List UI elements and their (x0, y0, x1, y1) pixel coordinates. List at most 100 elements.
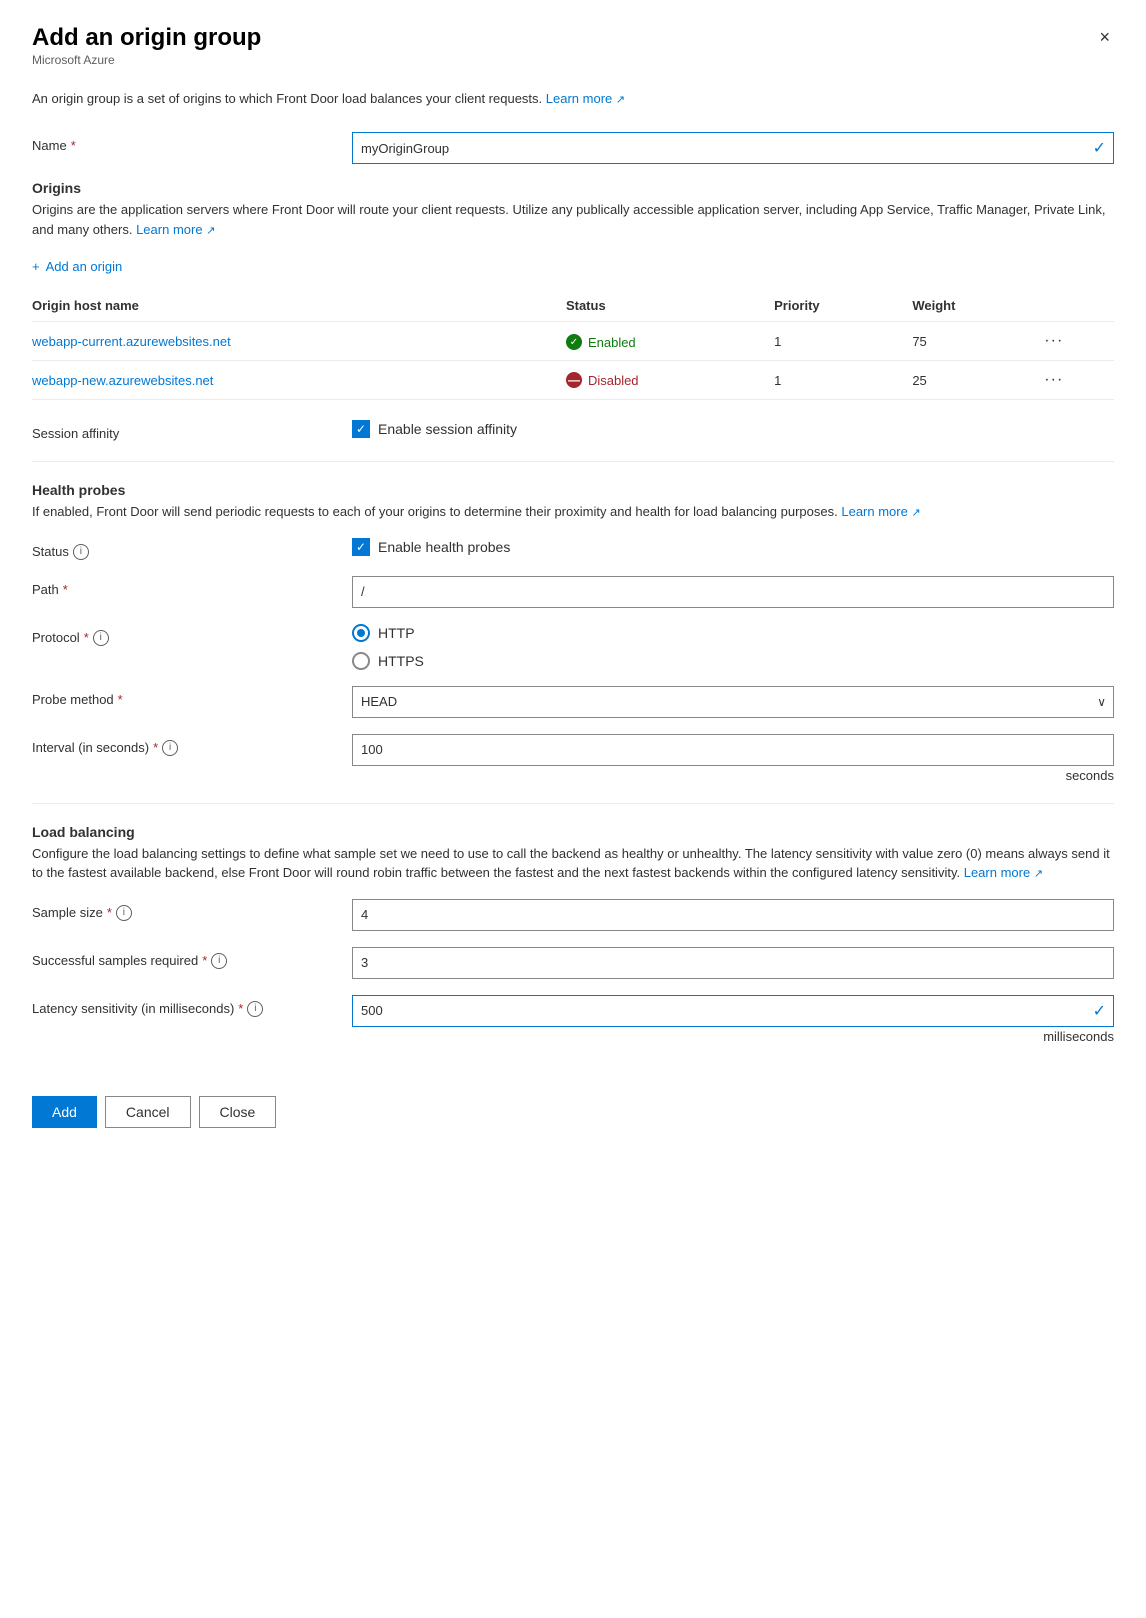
status-enabled-1: ✓ Enabled (566, 334, 636, 350)
latency-input-container: ✓ (352, 995, 1114, 1027)
name-required-star: * (71, 138, 76, 153)
panel-subtitle: Microsoft Azure (32, 53, 261, 67)
weight-cell-1: 75 (912, 322, 1044, 361)
learn-more-link-2[interactable]: Learn more ↗ (136, 222, 215, 237)
probe-method-dropdown: HEAD GET ∨ (352, 686, 1114, 718)
col-status: Status (566, 290, 774, 322)
enabled-icon-1: ✓ (566, 334, 582, 350)
protocol-required-star: * (84, 630, 89, 645)
health-probes-checkbox-label: Enable health probes (378, 539, 510, 555)
panel-title: Add an origin group (32, 24, 261, 53)
protocol-control: HTTP HTTPS (352, 624, 1114, 670)
successful-samples-input-wrapper (352, 947, 1114, 979)
probe-method-select-wrapper: HEAD GET ∨ (352, 686, 1114, 718)
session-affinity-section: Session affinity ✓ Enable session affini… (32, 420, 1114, 441)
latency-label: Latency sensitivity (in milliseconds) * … (32, 995, 352, 1017)
probe-method-required-star: * (118, 692, 123, 707)
panel-description: An origin group is a set of origins to w… (32, 89, 1114, 109)
status-disabled-2: — Disabled (566, 372, 639, 388)
latency-row: Latency sensitivity (in milliseconds) * … (32, 995, 1114, 1044)
weight-cell-2: 25 (912, 361, 1044, 400)
interval-required-star: * (153, 740, 158, 755)
host-cell-2: webapp-new.azurewebsites.net (32, 361, 566, 400)
name-input-container: ✓ (352, 132, 1114, 164)
origins-table: Origin host name Status Priority Weight … (32, 290, 1114, 400)
close-button[interactable]: × (1095, 24, 1114, 50)
add-origin-button[interactable]: + Add an origin (32, 255, 122, 278)
latency-check-icon: ✓ (1093, 1001, 1106, 1021)
load-balancing-title: Load balancing (32, 824, 1114, 840)
col-host: Origin host name (32, 290, 566, 322)
host-cell-1: webapp-current.azurewebsites.net (32, 322, 566, 361)
protocol-https-radio[interactable] (352, 652, 370, 670)
name-input[interactable] (352, 132, 1114, 164)
latency-input[interactable] (352, 995, 1114, 1027)
learn-more-link-4[interactable]: Learn more ↗ (964, 865, 1043, 880)
close-footer-button[interactable]: Close (199, 1096, 277, 1128)
host-link-1[interactable]: webapp-current.azurewebsites.net (32, 334, 231, 349)
health-probes-check-icon: ✓ (356, 541, 366, 553)
table-row: webapp-current.azurewebsites.net ✓ Enabl… (32, 322, 1114, 361)
row-actions-button-2[interactable]: ··· (1044, 371, 1063, 389)
interval-input[interactable] (352, 734, 1114, 766)
interval-row: Interval (in seconds) * i seconds (32, 734, 1114, 783)
priority-cell-2: 1 (774, 361, 912, 400)
session-affinity-checkbox-row: ✓ Enable session affinity (352, 420, 1114, 438)
seconds-label: seconds (352, 768, 1114, 783)
name-form-row: Name * ✓ (32, 132, 1114, 164)
probe-method-select[interactable]: HEAD GET (352, 686, 1114, 718)
protocol-info-icon[interactable]: i (93, 630, 109, 646)
successful-samples-info-icon[interactable]: i (211, 953, 227, 969)
row-actions-button-1[interactable]: ··· (1044, 332, 1063, 350)
session-affinity-row: Session affinity ✓ Enable session affini… (32, 420, 1114, 441)
path-row: Path * (32, 576, 1114, 608)
health-probes-description: If enabled, Front Door will send periodi… (32, 502, 1114, 522)
health-probes-checkbox[interactable]: ✓ (352, 538, 370, 556)
learn-more-link-3[interactable]: Learn more ↗ (841, 504, 920, 519)
path-required-star: * (63, 582, 68, 597)
health-status-control: ✓ Enable health probes (352, 538, 1114, 556)
latency-info-icon[interactable]: i (247, 1001, 263, 1017)
health-status-info-icon[interactable]: i (73, 544, 89, 560)
status-cell-2: — Disabled (566, 361, 774, 400)
protocol-http-radio[interactable] (352, 624, 370, 642)
sample-size-info-icon[interactable]: i (116, 905, 132, 921)
learn-more-link-1[interactable]: Learn more ↗ (546, 91, 625, 106)
protocol-http-row[interactable]: HTTP (352, 624, 1114, 642)
protocol-https-row[interactable]: HTTPS (352, 652, 1114, 670)
add-button[interactable]: Add (32, 1096, 97, 1128)
path-input-wrapper (352, 576, 1114, 608)
panel: Add an origin group Microsoft Azure × An… (0, 0, 1146, 1160)
health-probes-title: Health probes (32, 482, 1114, 498)
sample-size-row: Sample size * i (32, 899, 1114, 931)
name-label: Name * (32, 132, 352, 153)
session-affinity-checkbox[interactable]: ✓ (352, 420, 370, 438)
sample-size-input-wrapper (352, 899, 1114, 931)
cancel-button[interactable]: Cancel (105, 1096, 191, 1128)
host-link-2[interactable]: webapp-new.azurewebsites.net (32, 373, 213, 388)
sample-size-input[interactable] (352, 899, 1114, 931)
session-affinity-control: ✓ Enable session affinity (352, 420, 1114, 438)
session-affinity-label: Session affinity (32, 420, 352, 441)
protocol-row: Protocol * i HTTP HTTPS (32, 624, 1114, 670)
probe-method-label: Probe method * (32, 686, 352, 707)
origins-title: Origins (32, 180, 1114, 196)
protocol-label: Protocol * i (32, 624, 352, 646)
session-affinity-checkbox-label: Enable session affinity (378, 421, 517, 437)
panel-header: Add an origin group Microsoft Azure × (32, 24, 1114, 85)
disabled-icon-2: — (566, 372, 582, 388)
path-input[interactable] (352, 576, 1114, 608)
status-cell-1: ✓ Enabled (566, 322, 774, 361)
health-probes-checkbox-row: ✓ Enable health probes (352, 538, 1114, 556)
interval-label: Interval (in seconds) * i (32, 734, 352, 756)
col-actions (1044, 290, 1114, 322)
plus-icon: + (32, 259, 40, 274)
successful-samples-input[interactable] (352, 947, 1114, 979)
name-check-icon: ✓ (1093, 138, 1106, 158)
interval-input-wrapper: seconds (352, 734, 1114, 783)
load-balancing-description: Configure the load balancing settings to… (32, 844, 1114, 883)
external-link-icon-2: ↗ (206, 225, 215, 237)
health-status-row: Status i ✓ Enable health probes (32, 538, 1114, 560)
health-probes-section: Health probes If enabled, Front Door wil… (32, 482, 1114, 783)
interval-info-icon[interactable]: i (162, 740, 178, 756)
